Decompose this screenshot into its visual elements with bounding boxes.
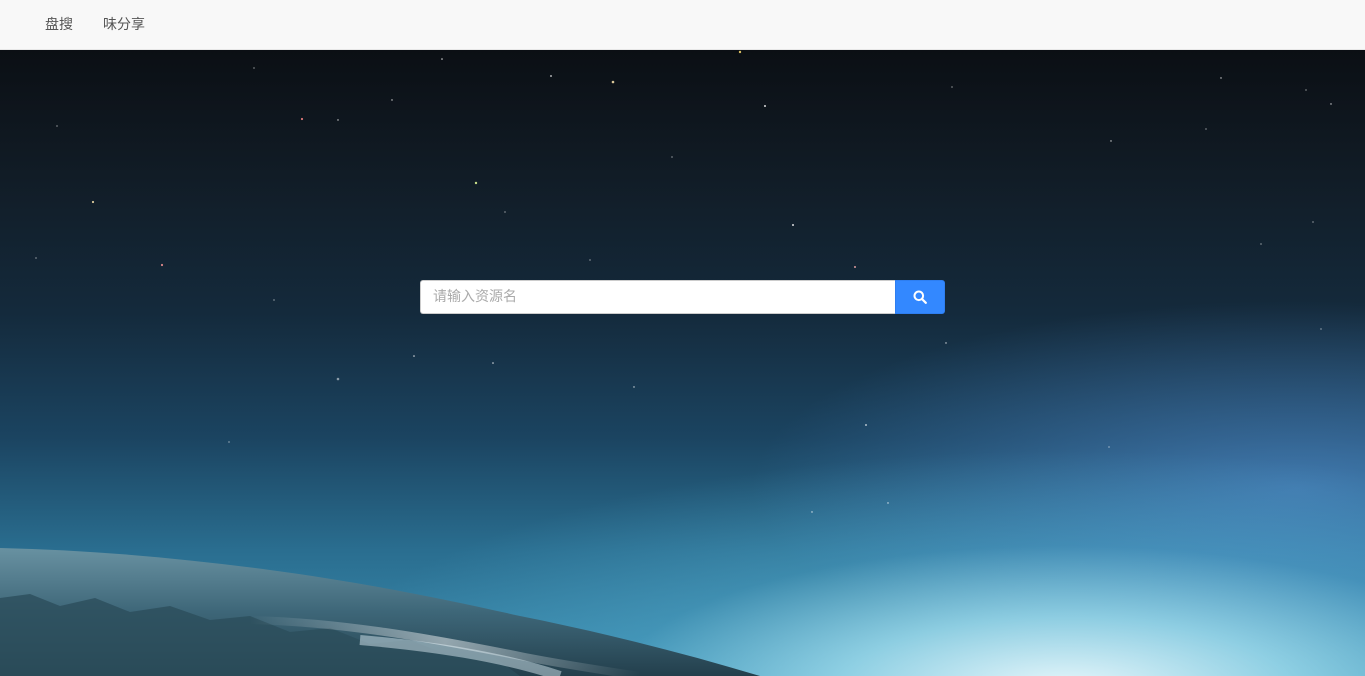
starfield-and-planet — [0, 50, 1332, 676]
search-button[interactable] — [895, 280, 945, 314]
top-navbar: 盘搜 味分享 — [0, 0, 1365, 50]
search-input[interactable] — [420, 280, 895, 314]
search-bar — [420, 280, 945, 314]
nav-link-weifenxiang[interactable]: 味分享 — [103, 0, 145, 50]
nav-link-pansou[interactable]: 盘搜 — [45, 0, 73, 50]
hero-background — [0, 50, 1365, 676]
search-icon — [913, 290, 927, 304]
